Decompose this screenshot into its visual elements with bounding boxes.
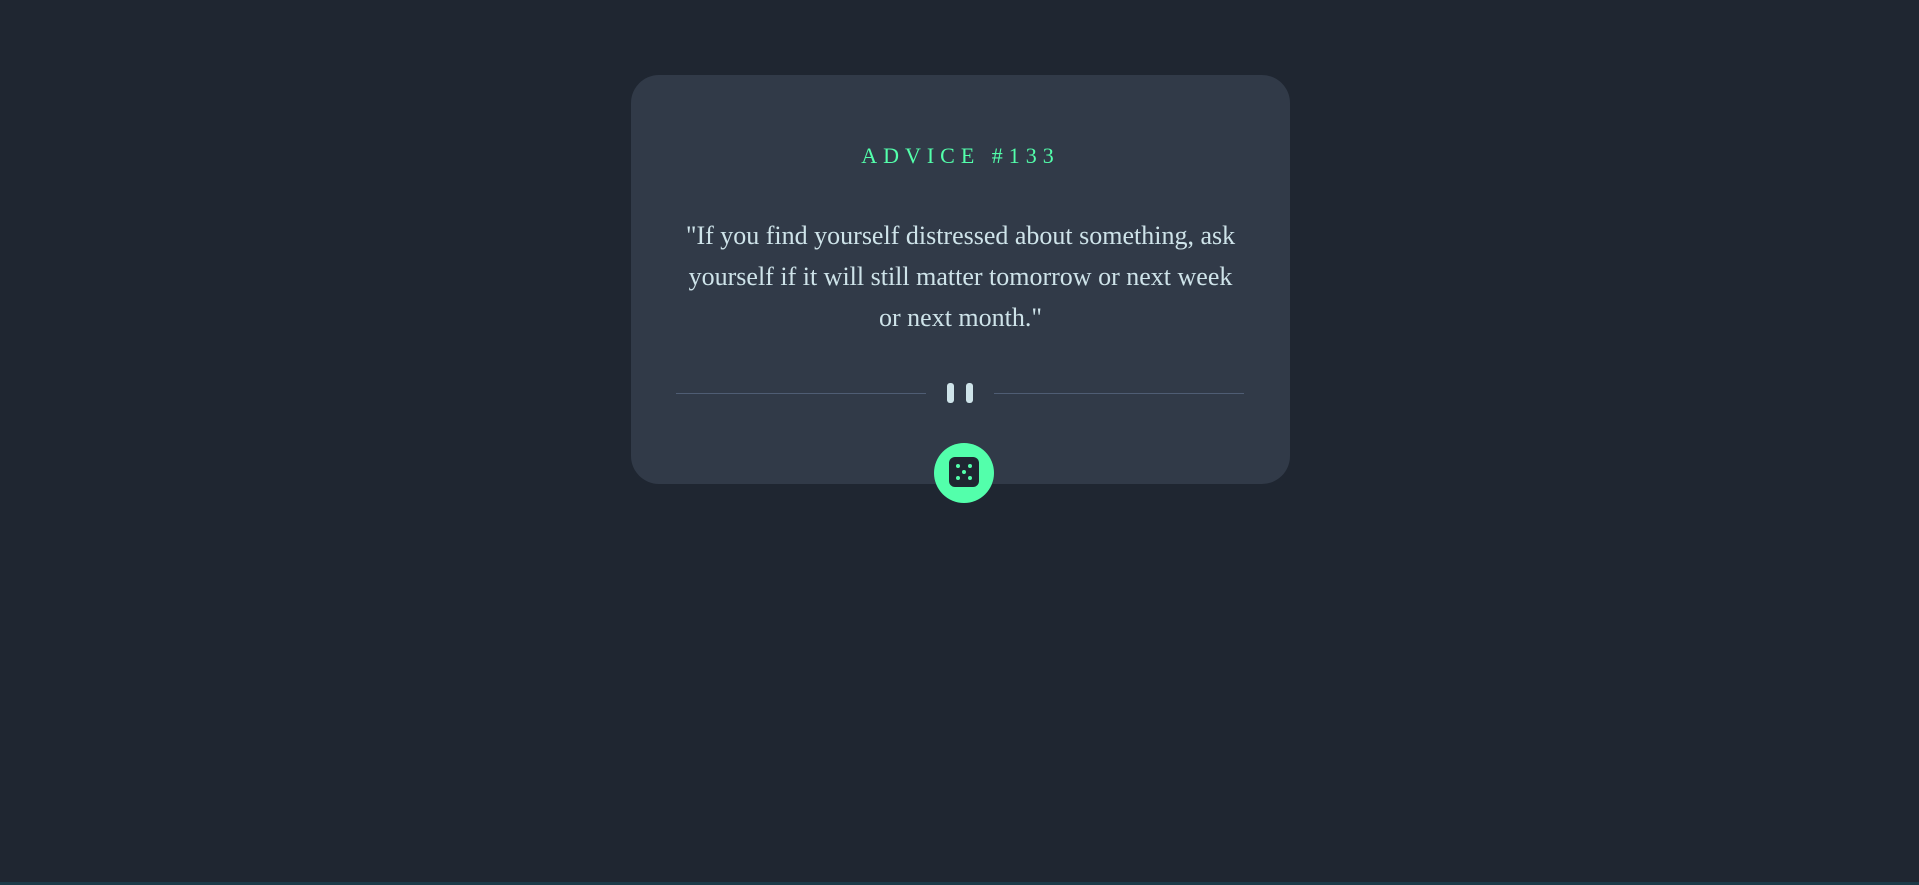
divider-line-right [994, 393, 1244, 394]
dice-icon [949, 457, 979, 487]
advice-quote: "If you find yourself distressed about s… [685, 221, 1236, 332]
advice-card: ADVICE #133 "If you find yourself distre… [631, 75, 1290, 484]
advice-id-label: ADVICE #133 [861, 143, 1060, 168]
divider-line-left [676, 393, 926, 394]
new-advice-button[interactable] [934, 443, 994, 503]
pause-icon [947, 383, 975, 403]
